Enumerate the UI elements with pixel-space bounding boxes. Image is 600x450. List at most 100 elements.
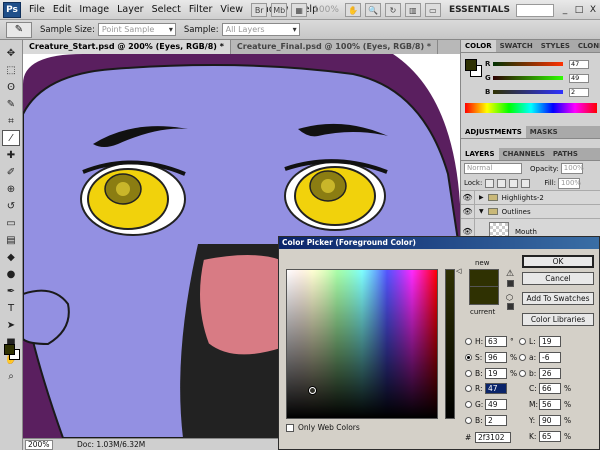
lasso-tool-icon[interactable]: ʘ [2,79,20,95]
tab-swatch[interactable]: SWATCH [496,40,537,52]
lab-radio[interactable] [519,337,526,345]
color-libraries-button[interactable]: Color Libraries [522,313,594,326]
b-value-field[interactable]: 2 [569,87,589,97]
web-safe-swatch[interactable] [507,303,514,310]
type-tool-icon[interactable]: T [2,300,20,316]
hsb-radio[interactable] [465,353,472,361]
rgb-radio[interactable] [465,400,472,408]
rgb-radio[interactable] [465,384,472,392]
menu-image[interactable]: Image [75,4,113,15]
maximize-button[interactable]: □ [573,4,585,16]
marquee-tool-icon[interactable]: ⬚ [2,62,20,78]
quick-select-tool-icon[interactable]: ✎ [2,96,20,112]
menu-view[interactable]: View [216,4,247,15]
crop-tool-icon[interactable]: ⌗ [2,113,20,129]
lab-value-field[interactable]: 19 [539,335,561,347]
eraser-tool-icon[interactable]: ▭ [2,215,20,231]
lab-radio[interactable] [519,353,526,361]
cancel-button[interactable]: Cancel [522,272,594,285]
history-tool-icon[interactable]: ↺ [2,198,20,214]
tab-clone-source[interactable]: CLONE S [574,40,600,52]
lab-radio[interactable] [519,369,526,377]
screen-mode-icon[interactable]: ▭ [424,3,441,17]
r-value-field[interactable]: 47 [569,59,589,69]
panel-foreground-swatch[interactable] [465,59,477,71]
lock-transparent-icon[interactable] [485,178,495,188]
b-slider[interactable] [493,90,563,94]
tab-styles[interactable]: STYLES [537,40,574,52]
lab-value-field[interactable]: 26 [539,367,561,379]
zoom-tool-icon[interactable]: ⌕ [2,368,20,384]
cmyk-value-field[interactable]: 65 [539,430,561,442]
menu-edit[interactable]: Edit [49,4,75,15]
menu-layer[interactable]: Layer [113,4,148,15]
zoom-icon[interactable]: 🔍 [364,3,381,17]
dodge-tool-icon[interactable]: ● [2,266,20,282]
current-color-swatch[interactable] [469,287,499,305]
mini-bridge-icon[interactable]: Mb [271,3,288,17]
tab-paths[interactable]: PATHS [549,148,582,160]
tab-channels[interactable]: CHANNELS [499,148,549,160]
doc-tab-creature-start[interactable]: Creature_Start.psd @ 200% (Eyes, RGB/8) … [23,40,231,54]
hex-field[interactable]: 2f3102 [475,431,511,443]
layer-row[interactable]: 👁 ▶ Highlights-2 [461,190,600,204]
ok-button[interactable]: OK [522,255,594,268]
hsb-value-field[interactable]: 96 [485,351,507,363]
opacity-field[interactable]: 100% [560,163,584,174]
sample-size-select[interactable]: Point Sample [97,23,176,36]
color-field[interactable] [286,269,438,419]
color-spectrum[interactable] [465,103,597,113]
rgb-value-field[interactable]: 47 [485,382,507,394]
rgb-value-field[interactable]: 49 [485,398,507,410]
rotate-icon[interactable]: ↻ [384,3,401,17]
foreground-color-swatch[interactable] [4,344,15,355]
g-slider[interactable] [493,76,563,80]
lock-position-icon[interactable] [509,178,519,188]
eye-icon[interactable]: 👁 [461,205,475,218]
brush-tool-icon[interactable]: ✐ [2,164,20,180]
gamut-warning-icon[interactable]: ⚠ [506,269,514,279]
eye-icon[interactable]: 👁 [461,191,475,204]
lab-value-field[interactable]: -6 [539,351,561,363]
menu-select[interactable]: Select [148,4,185,15]
pen-tool-icon[interactable]: ✒ [2,283,20,299]
only-web-colors-checkbox[interactable] [286,423,294,432]
hsb-radio[interactable] [465,369,472,377]
minimize-button[interactable]: _ [559,4,571,16]
web-safe-icon[interactable]: ⬡ [506,293,513,302]
doc-tab-creature-final[interactable]: Creature_Final.psd @ 100% (Eyes, RGB/8) … [231,40,439,54]
healing-tool-icon[interactable]: ✚ [2,147,20,163]
view-extras-icon[interactable]: ▦ [291,3,308,17]
gamut-correction-swatch[interactable] [507,280,514,287]
menu-filter[interactable]: Filter [185,4,217,15]
hsb-value-field[interactable]: 63 [485,335,507,347]
cmyk-value-field[interactable]: 56 [539,398,561,410]
bridge-icon[interactable]: Br [251,3,268,17]
move-tool-icon[interactable]: ✥ [2,45,20,61]
sample-select[interactable]: All Layers [221,23,300,36]
g-value-field[interactable]: 49 [569,73,589,83]
lock-all-icon[interactable] [521,178,531,188]
eyedropper-tool-icon[interactable]: ⁄ [2,130,20,146]
workspace-switcher[interactable]: ESSENTIALS [449,5,510,15]
status-zoom-field[interactable]: 200% [25,439,53,450]
fill-field[interactable]: 100% [558,177,581,189]
slider-arrow-icon[interactable]: ◁ [456,267,461,275]
hand-icon[interactable]: ✋ [344,3,361,17]
blur-tool-icon[interactable]: ◆ [2,249,20,265]
color-field-marker[interactable] [309,387,316,394]
cmyk-value-field[interactable]: 66 [539,382,561,394]
triangle-right-icon[interactable]: ▶ [479,194,484,201]
lock-image-icon[interactable] [497,178,507,188]
menu-file[interactable]: File [25,4,49,15]
tab-adjustments[interactable]: ADJUSTMENTS [461,126,526,138]
tab-color[interactable]: COLOR [461,40,496,52]
blend-mode-select[interactable]: Normal [464,163,522,174]
tool-preset-picker[interactable]: ✎ [6,21,32,38]
layer-row[interactable]: 👁 ▼ Outlines [461,204,600,218]
clone-tool-icon[interactable]: ⊕ [2,181,20,197]
gradient-tool-icon[interactable]: ▤ [2,232,20,248]
hsb-value-field[interactable]: 19 [485,367,507,379]
rgb-radio[interactable] [465,416,472,424]
color-slider-strip[interactable] [445,269,455,419]
